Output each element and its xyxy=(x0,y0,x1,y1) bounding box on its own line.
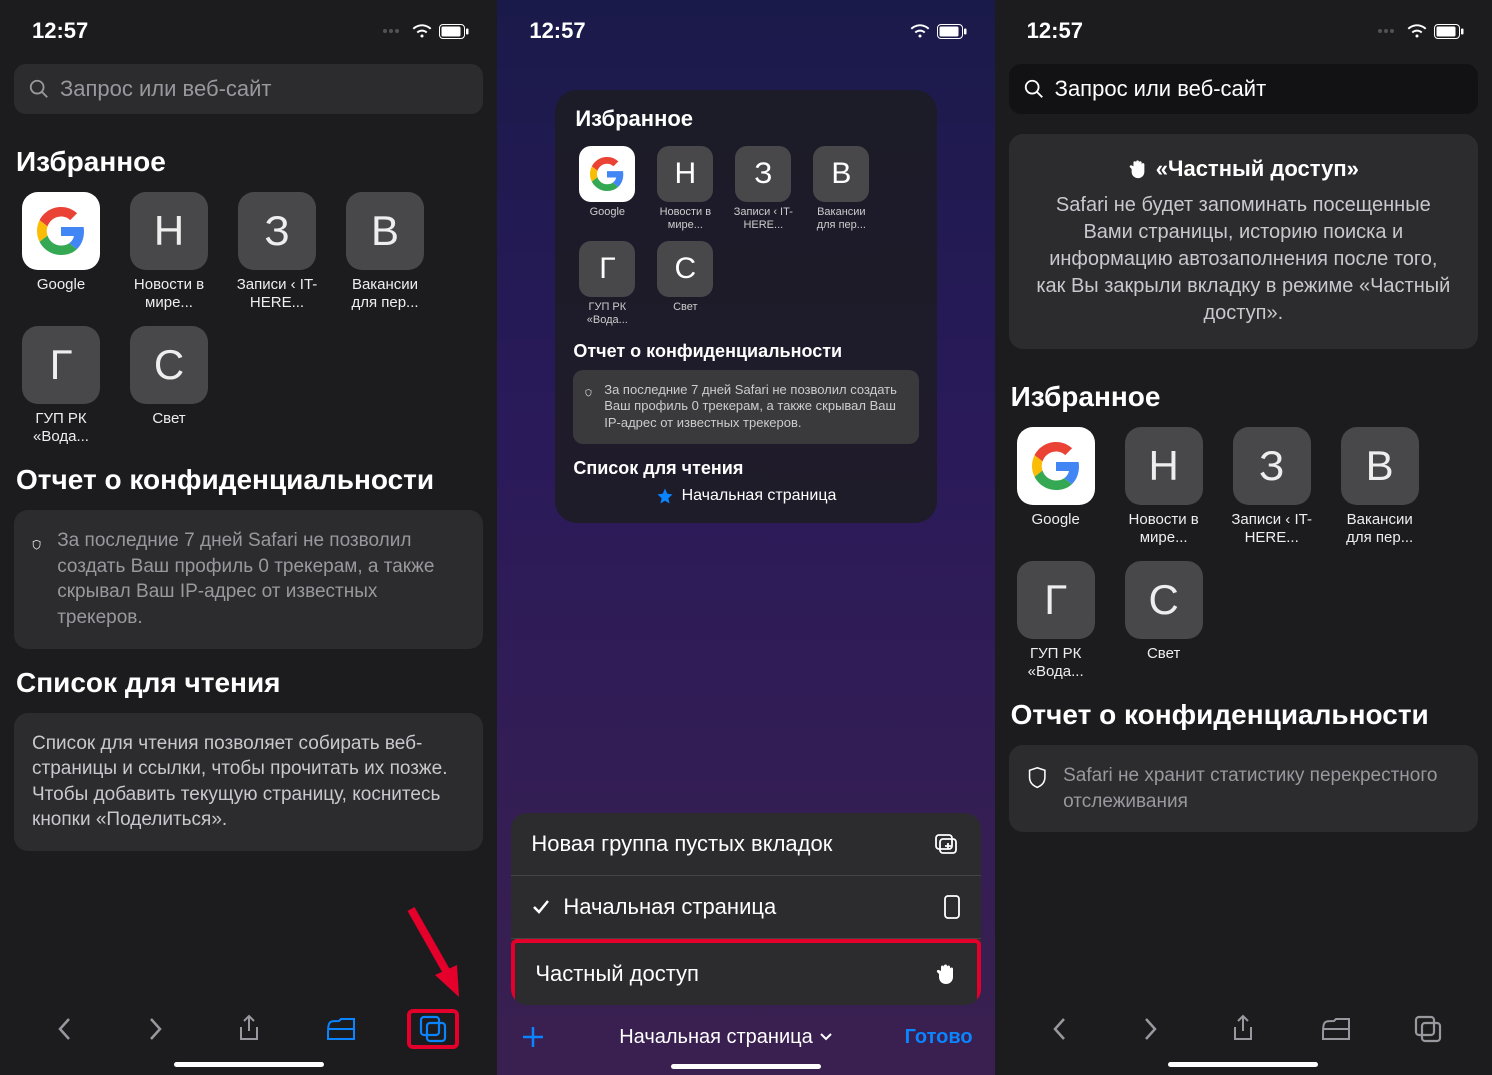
favorites-grid: Google ННовости в мире... ЗЗаписи ‹ IT-H… xyxy=(1009,427,1478,681)
privacy-card[interactable]: Safari не хранит статистику перекрестног… xyxy=(1009,745,1478,832)
favorites-title: Избранное xyxy=(16,146,483,178)
privacy-title: Отчет о конфиденциальности xyxy=(1011,699,1478,731)
search-placeholder: Запрос или веб-сайт xyxy=(1055,76,1267,102)
hand-icon xyxy=(1128,158,1148,180)
privacy-text: За последние 7 дней Safari не позволил с… xyxy=(57,528,465,631)
letter-icon: З xyxy=(238,192,316,270)
favorite-item[interactable]: ННовости в мире... xyxy=(1117,427,1211,547)
privacy-card: За последние 7 дней Safari не позволил с… xyxy=(573,370,918,445)
favorites-title: Избранное xyxy=(1011,381,1478,413)
star-icon xyxy=(656,487,674,505)
checkmark-icon xyxy=(531,897,551,917)
forward-button[interactable] xyxy=(1125,1009,1177,1049)
favorite-item[interactable]: Google xyxy=(1009,427,1103,547)
privacy-text: Safari не хранит статистику перекрестног… xyxy=(1063,763,1460,814)
reading-title: Список для чтения xyxy=(573,458,918,479)
status-bar: 12:57 xyxy=(995,0,1492,54)
recording-indicator xyxy=(1378,29,1394,33)
favorite-item[interactable]: ССвет xyxy=(122,326,216,446)
wifi-icon xyxy=(411,23,433,39)
status-time: 12:57 xyxy=(529,18,585,44)
search-icon xyxy=(1023,78,1045,100)
status-bar: 12:57 xyxy=(0,0,497,54)
favorite-item[interactable]: ВВакансии для пер... xyxy=(1333,427,1427,547)
favorite-item[interactable]: ГГУП РК «Вода... xyxy=(14,326,108,446)
privacy-title: Отчет о конфиденциальности xyxy=(573,341,918,362)
share-button[interactable] xyxy=(223,1009,275,1049)
bottom-toolbar xyxy=(0,995,497,1075)
status-bar: 12:57 xyxy=(497,0,994,54)
tabs-plus-icon xyxy=(933,832,961,856)
letter-icon: В xyxy=(346,192,424,270)
favorite-item: ГГУП РК «Вода... xyxy=(573,241,641,326)
favorite-item[interactable]: ВВакансии для пер... xyxy=(338,192,432,312)
tab-preview-card[interactable]: Избранное Google ННовости в мире... ЗЗап… xyxy=(555,90,936,523)
shield-icon xyxy=(32,530,41,560)
chevron-down-icon xyxy=(819,1032,833,1042)
home-indicator xyxy=(174,1062,324,1067)
share-button[interactable] xyxy=(1217,1009,1269,1049)
favorite-item[interactable]: ССвет xyxy=(1117,561,1211,681)
bookmarks-button[interactable] xyxy=(1310,1009,1362,1049)
home-indicator xyxy=(1168,1062,1318,1067)
favorite-item[interactable]: ГГУП РК «Вода... xyxy=(1009,561,1103,681)
privacy-title: Отчет о конфиденциальности xyxy=(16,464,483,496)
hand-icon xyxy=(935,962,957,986)
wifi-icon xyxy=(909,23,931,39)
private-banner: «Частный доступ» Safari не будет запомин… xyxy=(1009,134,1478,349)
search-placeholder: Запрос или веб-сайт xyxy=(60,76,272,102)
favorite-item: ВВакансии для пер... xyxy=(807,146,875,231)
new-tab-button[interactable] xyxy=(519,1023,547,1051)
google-icon xyxy=(1017,427,1095,505)
search-bar[interactable]: Запрос или веб-сайт xyxy=(14,64,483,114)
forward-button[interactable] xyxy=(130,1009,182,1049)
search-icon xyxy=(28,78,50,100)
private-browsing-row[interactable]: Частный доступ xyxy=(511,939,980,1005)
new-tab-group-row[interactable]: Новая группа пустых вкладок xyxy=(511,813,980,876)
battery-icon xyxy=(439,24,469,39)
favorite-item: Google xyxy=(573,146,641,231)
shield-icon xyxy=(1027,763,1047,793)
phone-icon xyxy=(943,894,961,920)
favorite-item[interactable]: ЗЗаписи ‹ IT-HERE... xyxy=(1225,427,1319,547)
google-icon xyxy=(22,192,100,270)
wifi-icon xyxy=(1406,23,1428,39)
tabs-button[interactable] xyxy=(1402,1009,1454,1049)
reading-text: Список для чтения позволяет собирать веб… xyxy=(32,731,465,834)
battery-icon xyxy=(937,24,967,39)
favorite-item[interactable]: ЗЗаписи ‹ IT-HERE... xyxy=(230,192,324,312)
favorite-item: ННовости в мире... xyxy=(651,146,719,231)
letter-icon: С xyxy=(130,326,208,404)
favorite-item: ЗЗаписи ‹ IT-HERE... xyxy=(729,146,797,231)
home-indicator xyxy=(671,1064,821,1069)
back-button[interactable] xyxy=(38,1009,90,1049)
tabs-button[interactable] xyxy=(407,1009,459,1049)
start-page-row[interactable]: Начальная страница xyxy=(511,876,980,939)
status-time: 12:57 xyxy=(1027,18,1083,44)
battery-icon xyxy=(1434,24,1464,39)
reading-title: Список для чтения xyxy=(16,667,483,699)
done-button[interactable]: Готово xyxy=(905,1026,973,1049)
favorite-item: ССвет xyxy=(651,241,719,326)
reading-card: Список для чтения позволяет собирать веб… xyxy=(14,713,483,852)
reading-start-row: Начальная страница xyxy=(573,487,918,505)
privacy-card[interactable]: За последние 7 дней Safari не позволил с… xyxy=(14,510,483,649)
back-button[interactable] xyxy=(1033,1009,1085,1049)
letter-icon: Н xyxy=(130,192,208,270)
status-time: 12:57 xyxy=(32,18,88,44)
shield-icon xyxy=(585,382,592,404)
tab-group-sheet: Новая группа пустых вкладок Начальная ст… xyxy=(511,813,980,1005)
bookmarks-button[interactable] xyxy=(315,1009,367,1049)
letter-icon: Г xyxy=(22,326,100,404)
search-bar[interactable]: Запрос или веб-сайт xyxy=(1009,64,1478,114)
tab-group-selector[interactable]: Начальная страница xyxy=(619,1026,833,1049)
favorite-item[interactable]: ННовости в мире... xyxy=(122,192,216,312)
favorite-item[interactable]: Google xyxy=(14,192,108,312)
bottom-toolbar xyxy=(995,995,1492,1075)
recording-indicator xyxy=(383,29,399,33)
favorites-title: Избранное xyxy=(575,106,918,132)
favorites-grid: Google ННовости в мире... ЗЗаписи ‹ IT-H… xyxy=(14,192,483,446)
